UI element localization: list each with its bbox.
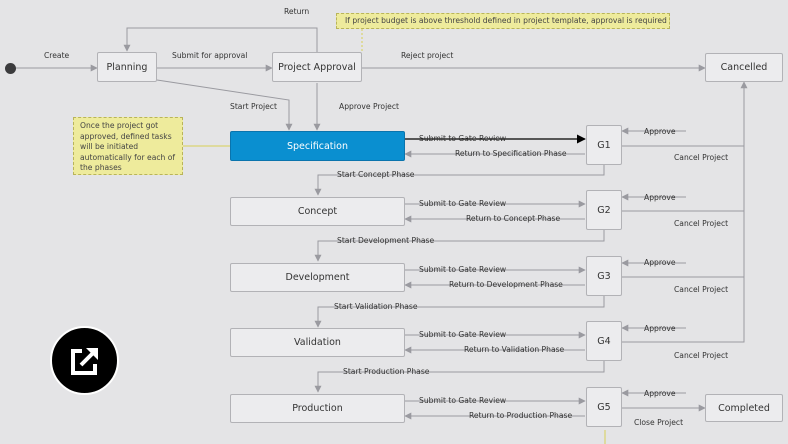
label-approve-4: Approve [644, 324, 676, 333]
external-link-glyph [70, 347, 98, 375]
label-submit-gate-3: Submit to Gate Review [419, 265, 507, 274]
label-submit-for-approval: Submit for approval [172, 51, 248, 60]
label-return: Return [284, 7, 310, 16]
state-project-approval[interactable]: Project Approval [272, 52, 362, 82]
label-start-project: Start Project [230, 102, 277, 111]
state-cancelled[interactable]: Cancelled [705, 53, 783, 82]
label-return-validation: Return to Validation Phase [464, 345, 565, 354]
label-approve-2: Approve [644, 193, 676, 202]
state-validation[interactable]: Validation [230, 328, 405, 357]
gate-g2[interactable]: G2 [586, 190, 622, 230]
label-submit-gate-2: Submit to Gate Review [419, 199, 507, 208]
note-task-initiation: Once the project got approved, defined t… [73, 117, 183, 175]
label-cancel-project-3: Cancel Project [674, 285, 729, 294]
label-submit-gate-4: Submit to Gate Review [419, 330, 507, 339]
label-return-development: Return to Development Phase [449, 280, 563, 289]
state-specification[interactable]: Specification [230, 131, 405, 161]
external-link-icon[interactable] [50, 326, 119, 395]
label-cancel-project-4: Cancel Project [674, 351, 729, 360]
label-return-specification: Return to Specification Phase [455, 149, 567, 158]
state-concept[interactable]: Concept [230, 197, 405, 226]
label-create: Create [44, 51, 70, 60]
label-return-production: Return to Production Phase [469, 411, 573, 420]
label-approve-5: Approve [644, 389, 676, 398]
label-approve-3: Approve [644, 258, 676, 267]
label-return-concept: Return to Concept Phase [466, 214, 561, 223]
gate-g3[interactable]: G3 [586, 256, 622, 296]
label-start-development: Start Development Phase [337, 236, 435, 245]
state-planning[interactable]: Planning [97, 52, 157, 82]
gate-g4[interactable]: G4 [586, 321, 622, 361]
label-approve-project: Approve Project [339, 102, 399, 111]
label-reject-project: Reject project [401, 51, 454, 60]
state-completed[interactable]: Completed [705, 394, 783, 422]
workflow-diagram: Planning Project Approval Cancelled Spec… [0, 0, 788, 444]
label-cancel-project-1: Cancel Project [674, 153, 729, 162]
gate-g5[interactable]: G5 [586, 387, 622, 427]
start-node [5, 63, 16, 74]
state-production[interactable]: Production [230, 394, 405, 423]
gate-g1[interactable]: G1 [586, 125, 622, 165]
label-start-validation: Start Validation Phase [334, 302, 418, 311]
label-start-concept: Start Concept Phase [337, 170, 415, 179]
note-budget-approval: If project budget is above threshold def… [336, 13, 670, 29]
label-close-project: Close Project [634, 418, 684, 427]
label-approve-1: Approve [644, 127, 676, 136]
label-submit-gate-5: Submit to Gate Review [419, 396, 507, 405]
label-start-production: Start Production Phase [343, 367, 430, 376]
label-cancel-project-2: Cancel Project [674, 219, 729, 228]
state-development[interactable]: Development [230, 263, 405, 292]
label-submit-gate-1: Submit to Gate Review [419, 134, 507, 143]
